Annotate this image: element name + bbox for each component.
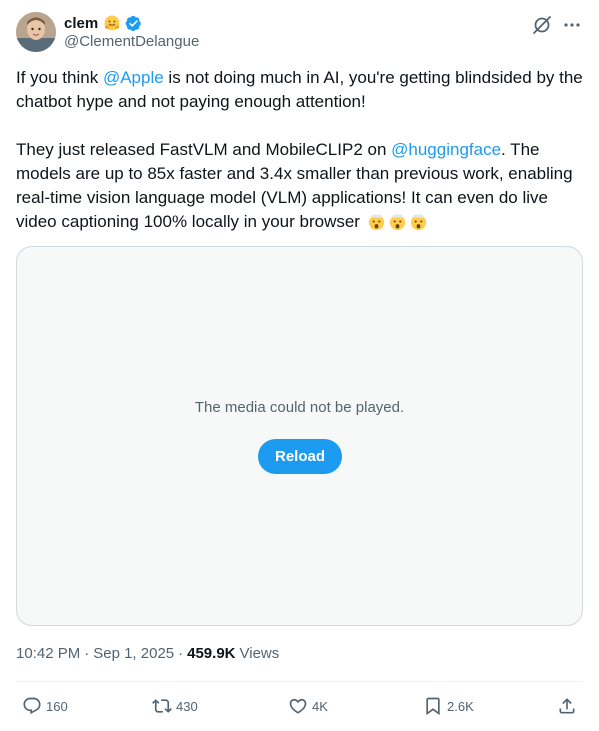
tweet-meta: 10:42 PM · Sep 1, 2025 · 459.9K Views <box>16 645 279 662</box>
share-button[interactable] <box>557 694 577 718</box>
tweet-text-segment: They just released FastVLM and MobileCLI… <box>16 140 392 159</box>
tweet-text-segment: If you think <box>16 68 103 87</box>
tweet-time[interactable]: 10:42 PM <box>16 645 80 662</box>
views-label[interactable]: Views <box>240 645 280 662</box>
heart-icon <box>289 698 307 714</box>
meta-separator: · <box>84 645 90 662</box>
author-handle[interactable]: @ClementDelangue <box>64 33 199 50</box>
bookmark-icon <box>426 697 440 716</box>
tweet-header: clem @ClementDelangue <box>16 12 583 52</box>
repost-icon <box>152 699 172 713</box>
reply-count: 160 <box>46 698 68 714</box>
verified-badge-icon[interactable] <box>125 15 142 32</box>
reply-icon <box>23 697 41 715</box>
reply-button[interactable]: 160 <box>22 694 68 718</box>
share-icon <box>559 698 575 714</box>
meta-separator: · <box>178 645 184 662</box>
tweet-date[interactable]: Sep 1, 2025 <box>93 645 174 662</box>
more-options-icon[interactable] <box>561 14 583 36</box>
views-count[interactable]: 459.9K <box>187 645 235 662</box>
mention-apple-link[interactable]: @Apple <box>103 68 164 87</box>
bookmark-button[interactable]: 2.6K <box>423 694 474 718</box>
like-button[interactable]: 4K <box>288 694 328 718</box>
media-player[interactable]: The media could not be played. Reload <box>16 246 583 626</box>
hugging-face-emoji-icon <box>104 15 120 31</box>
mention-huggingface-link[interactable]: @huggingface <box>391 140 501 159</box>
divider <box>16 681 583 682</box>
author-name[interactable]: clem <box>64 15 98 32</box>
repost-button[interactable]: 430 <box>152 694 198 718</box>
author-name-row: clem <box>64 13 142 33</box>
repost-count: 430 <box>176 698 198 714</box>
mind-blown-emoji-icon <box>368 214 384 231</box>
reload-button[interactable]: Reload <box>258 439 342 474</box>
tweet-text: If you think @Apple is not doing much in… <box>16 66 586 234</box>
bookmark-count: 2.6K <box>447 698 474 714</box>
media-error-message: The media could not be played. <box>194 399 405 416</box>
grok-icon[interactable] <box>531 14 553 36</box>
like-count: 4K <box>312 698 328 714</box>
action-bar: 160 430 4K 2.6K <box>16 694 583 718</box>
mind-blown-emoji-icon <box>410 214 426 231</box>
avatar[interactable] <box>16 12 56 52</box>
mind-blown-emoji-icon <box>389 214 405 231</box>
